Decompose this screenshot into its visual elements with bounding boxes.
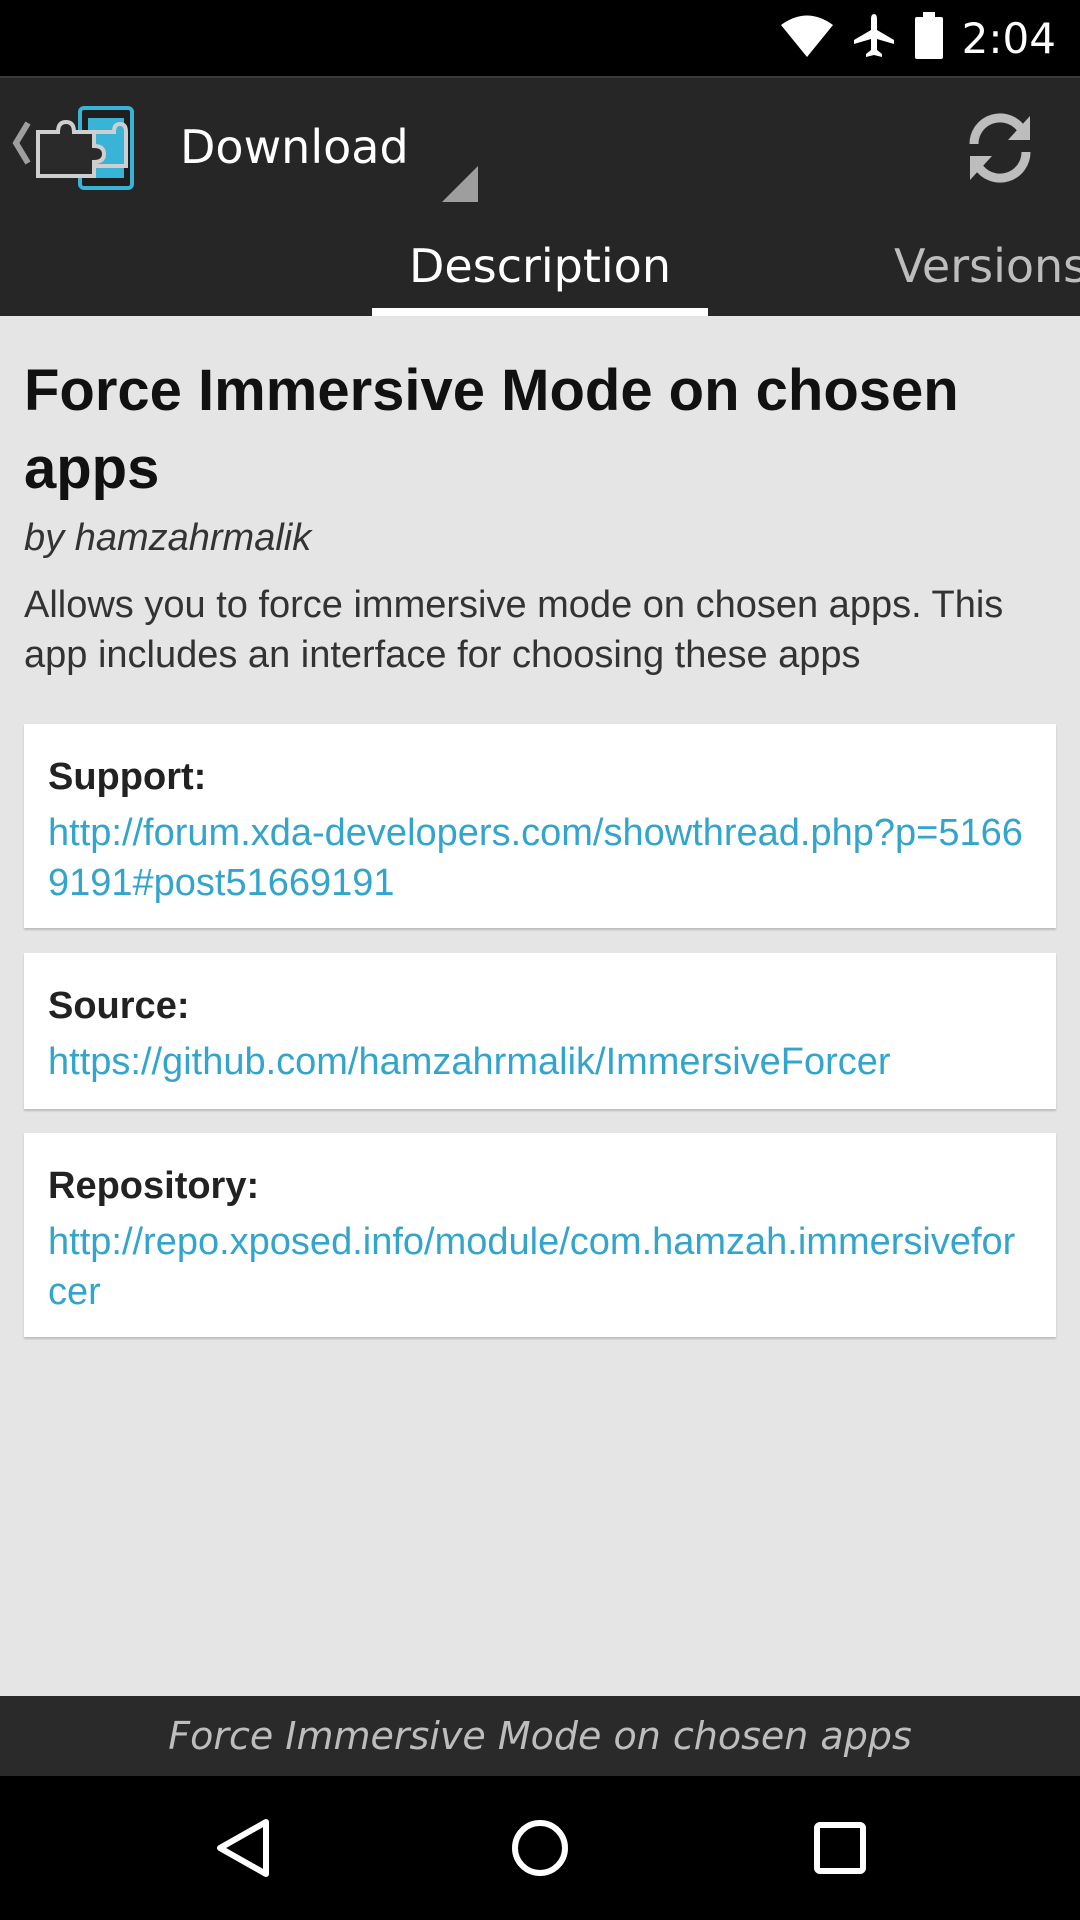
support-label: Support: <box>48 756 207 798</box>
section-spinner[interactable]: Download <box>180 78 480 218</box>
refresh-icon[interactable] <box>960 108 1040 188</box>
source-label: Source: <box>48 985 190 1027</box>
action-bar: Download <box>0 76 1080 216</box>
clock: 2:04 <box>961 13 1056 63</box>
battery-icon <box>914 11 944 65</box>
tab-versions-label: Versions <box>894 239 1080 293</box>
repository-link[interactable]: http://repo.xposed.info/module/com.hamza… <box>48 1217 1032 1317</box>
footer-text: Force Immersive Mode on chosen apps <box>168 1714 912 1758</box>
airplane-icon <box>852 12 896 65</box>
recents-icon[interactable] <box>804 1812 876 1884</box>
repository-card: Repository: http://repo.xposed.info/modu… <box>24 1133 1056 1337</box>
tab-bar: Description Versions <box>0 216 1080 316</box>
repository-label: Repository: <box>48 1165 260 1207</box>
wifi-icon <box>780 14 834 63</box>
module-author: by hamzahrmalik <box>24 517 312 559</box>
xposed-logo-icon[interactable] <box>36 106 136 195</box>
module-description: Allows you to force immersive mode on ch… <box>24 584 1004 676</box>
source-card: Source: https://github.com/hamzahrmalik/… <box>24 953 1056 1109</box>
status-icons: 2:04 <box>780 0 1056 76</box>
module-title: Force Immersive Mode on chosen apps <box>24 358 959 501</box>
navigation-bar <box>0 1776 1080 1920</box>
back-chevron-icon[interactable] <box>10 120 32 171</box>
tab-selected-indicator <box>372 308 708 316</box>
source-link[interactable]: https://github.com/hamzahrmalik/Immersiv… <box>48 1037 1032 1087</box>
status-bar: 2:04 <box>0 0 1080 76</box>
tab-versions[interactable]: Versions <box>894 216 1080 316</box>
action-bar-title: Download <box>180 120 409 174</box>
footer-bar: Force Immersive Mode on chosen apps <box>0 1696 1080 1776</box>
module-header: Force Immersive Mode on chosen apps by h… <box>24 316 1056 680</box>
home-icon[interactable] <box>504 1812 576 1884</box>
support-link[interactable]: http://forum.xda-developers.com/showthre… <box>48 808 1032 908</box>
back-icon[interactable] <box>206 1812 278 1884</box>
support-card: Support: http://forum.xda-developers.com… <box>24 724 1056 928</box>
tab-description-label: Description <box>409 239 671 293</box>
tab-description[interactable]: Description <box>372 216 708 316</box>
spinner-triangle-icon <box>442 166 478 207</box>
